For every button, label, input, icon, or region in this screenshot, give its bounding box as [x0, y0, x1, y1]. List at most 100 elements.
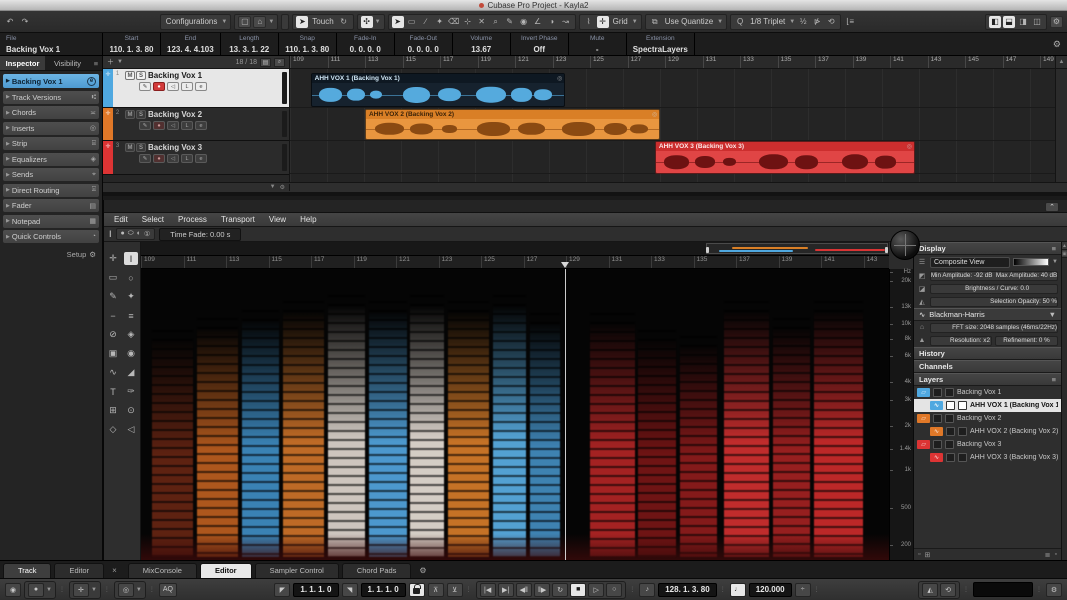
edit-channel-button[interactable]: e	[195, 82, 207, 91]
inspector-section-track-versions[interactable]: ▶Track Versions⑆	[3, 91, 99, 104]
inspector-menu-icon[interactable]: ≡	[90, 56, 102, 70]
spectrogram-canvas[interactable]	[141, 269, 889, 560]
fade-tool-icon[interactable]: ◢	[124, 366, 138, 379]
project-vertical-scrollbar[interactable]	[1055, 69, 1067, 182]
display-menu-icon[interactable]: ≡	[1052, 244, 1056, 253]
play-button[interactable]: ▷	[588, 583, 604, 597]
zone-tab-editor[interactable]: Editor	[200, 563, 252, 578]
tracklist-expand-icon[interactable]: ▼	[270, 184, 276, 191]
solo-button[interactable]: S	[136, 71, 146, 80]
lasso-selection-tool-icon[interactable]: ○	[124, 271, 138, 284]
cycle-icon[interactable]: ↻	[552, 583, 568, 597]
grid-type-dropdown[interactable]: Grid	[611, 17, 630, 26]
overview-visible-range[interactable]	[706, 243, 888, 254]
inspector-section-notepad[interactable]: ▶Notepad▦	[3, 215, 99, 228]
right-zone-toggle-icon[interactable]: ◨	[1017, 16, 1029, 28]
inspector-section-inserts[interactable]: ▶Inserts◎	[3, 122, 99, 135]
object-selection-tool-icon[interactable]: ➤	[392, 16, 404, 28]
comp-tool-icon[interactable]: ⌕	[490, 16, 502, 28]
brightness-slider[interactable]: Brightness / Curve: 0.0	[930, 284, 1058, 294]
track-row-1[interactable]: ✛1MSBacking Vox 1✎●◁Le	[103, 69, 289, 108]
solo-button[interactable]: S	[136, 143, 146, 152]
listen-button[interactable]: L	[181, 121, 193, 130]
snap-type-icon[interactable]: ✛	[597, 16, 609, 28]
play-layer-icon[interactable]: ⬭	[128, 230, 134, 238]
listen-button[interactable]: L	[181, 82, 193, 91]
layer-solo-checkbox[interactable]	[958, 427, 967, 436]
audio-event[interactable]: AHH VOX 3 (Backing Vox 3)◎	[655, 141, 915, 174]
time-selection-tool-icon[interactable]: I	[124, 252, 138, 265]
layer-solo-checkbox[interactable]	[958, 453, 967, 462]
overview-handle-right[interactable]	[885, 247, 888, 253]
snap-mode-icon[interactable]: ✛	[73, 583, 89, 597]
close-zone-icon[interactable]: ×	[104, 566, 125, 578]
audio-quantize-button[interactable]: AQ	[159, 583, 177, 597]
layer-solo-checkbox[interactable]	[945, 440, 954, 449]
add-track-button[interactable]: ＋	[107, 57, 114, 67]
inspector-track-header[interactable]: ▶ Backing Vox 1 e	[3, 74, 99, 88]
automation-mode-icon[interactable]: ➤	[296, 16, 308, 28]
move-tool-icon[interactable]: ✛	[106, 252, 120, 265]
monitor-mode-icon[interactable]: ◎	[118, 583, 134, 597]
iterative-quantize-icon[interactable]: ½	[797, 16, 809, 28]
forward-icon[interactable]: ‖▶	[534, 583, 550, 597]
audio-event[interactable]: AHH VOX 2 (Backing Vox 2)◎	[365, 109, 660, 140]
control-room-icon[interactable]: ◉	[5, 583, 21, 597]
cursor-tool-icon[interactable]: I	[109, 229, 112, 239]
editor-grab-bar[interactable]: ⌃	[104, 200, 1067, 213]
infoline-field-extension[interactable]: ExtensionSpectraLayers	[627, 33, 695, 55]
magic-wand-tool-icon[interactable]: ✦	[124, 290, 138, 303]
layer-visible-checkbox[interactable]	[933, 414, 942, 423]
zone-setup-gear-icon[interactable]: ⚙	[411, 566, 434, 578]
scroll-up-icon[interactable]: ▲	[1062, 242, 1067, 250]
infoline-field-start[interactable]: Start110. 1. 3. 80	[103, 33, 161, 55]
punch-lock-icon[interactable]	[409, 583, 425, 597]
layer-row[interactable]: ∿AHH VOX 2 (Backing Vox 2)	[914, 425, 1061, 438]
heal-tool-icon[interactable]: ◉	[124, 347, 138, 360]
fft-size-slider[interactable]: FFT size: 2048 samples (46ms/22Hz)	[930, 323, 1058, 333]
editor-menu-view[interactable]: View	[269, 215, 286, 224]
range-selection-tool-icon[interactable]: ▭	[406, 16, 418, 28]
inspector-section-sends[interactable]: ▶Sends⌖	[3, 168, 99, 181]
spectral-overview-bar[interactable]	[141, 242, 889, 256]
goto-left-locator-icon[interactable]: ◤	[274, 583, 290, 597]
inspector-section-equalizers[interactable]: ▶Equalizers◈	[3, 153, 99, 166]
mute-button[interactable]: M	[125, 110, 135, 119]
pencil-tool-icon[interactable]: ✑	[124, 385, 138, 398]
reset-quantize-icon[interactable]: ⟲	[825, 16, 837, 28]
layer-visible-checkbox[interactable]	[946, 427, 955, 436]
play-tool-icon[interactable]: ◉	[518, 16, 530, 28]
mute-button[interactable]: M	[125, 71, 135, 80]
playhead-marker[interactable]	[561, 262, 569, 268]
infoline-field-length[interactable]: Length13. 3. 1. 22	[221, 33, 279, 55]
stop-button[interactable]: ■	[570, 583, 586, 597]
editor-expand-icon[interactable]: ⌃	[1045, 202, 1059, 212]
scrub-tool-icon[interactable]: ↝	[560, 16, 572, 28]
mute-button[interactable]: M	[125, 143, 135, 152]
transport-zone-toggle-icon[interactable]: ◫	[1031, 16, 1043, 28]
amplitude-range-slider[interactable]: Min Amplitude: -92 dB Max Amplitude: 40 …	[930, 271, 1058, 281]
layer-solo-checkbox[interactable]	[958, 401, 967, 410]
record-enable-button[interactable]: ●	[153, 82, 165, 91]
solo-button[interactable]: S	[136, 110, 146, 119]
event-lanes[interactable]: AHH VOX 1 (Backing Vox 1)◎AHH VOX 2 (Bac…	[290, 69, 1055, 182]
3d-view-tool-icon[interactable]: ◇	[106, 423, 120, 436]
tab-inspector[interactable]: Inspector	[0, 56, 45, 70]
infoline-field-mute[interactable]: Mute-	[569, 33, 627, 55]
infoline-field-fade-in[interactable]: Fade-In0. 0. 0. 0	[337, 33, 395, 55]
selection-opacity-slider[interactable]: Selection Opacity: 50 %	[930, 297, 1058, 307]
infoline-field-snap[interactable]: Snap110. 1. 3. 80	[279, 33, 337, 55]
workspace-icon[interactable]: ⌂	[253, 16, 266, 28]
layer-visible-checkbox[interactable]	[933, 440, 942, 449]
colormap-gradient[interactable]	[1013, 258, 1049, 266]
color-tool-icon[interactable]: ◑	[546, 16, 558, 28]
split-tool-icon[interactable]: ∕	[420, 16, 432, 28]
track-filter-caret-icon[interactable]: ▼	[117, 59, 123, 65]
zone-tab-mixconsole[interactable]: MixConsole	[128, 563, 197, 578]
zone-tab-track[interactable]: Track	[3, 563, 51, 578]
audio-event[interactable]: AHH VOX 1 (Backing Vox 1)◎	[311, 73, 566, 107]
infoline-field-volume[interactable]: Volume13.67	[453, 33, 511, 55]
layer-visible-checkbox[interactable]	[933, 388, 942, 397]
use-quantize-dropdown[interactable]: ⧉ Use Quantize▼	[645, 14, 727, 30]
inspector-section-quick-controls[interactable]: ▶Quick Controls◔	[3, 230, 99, 243]
